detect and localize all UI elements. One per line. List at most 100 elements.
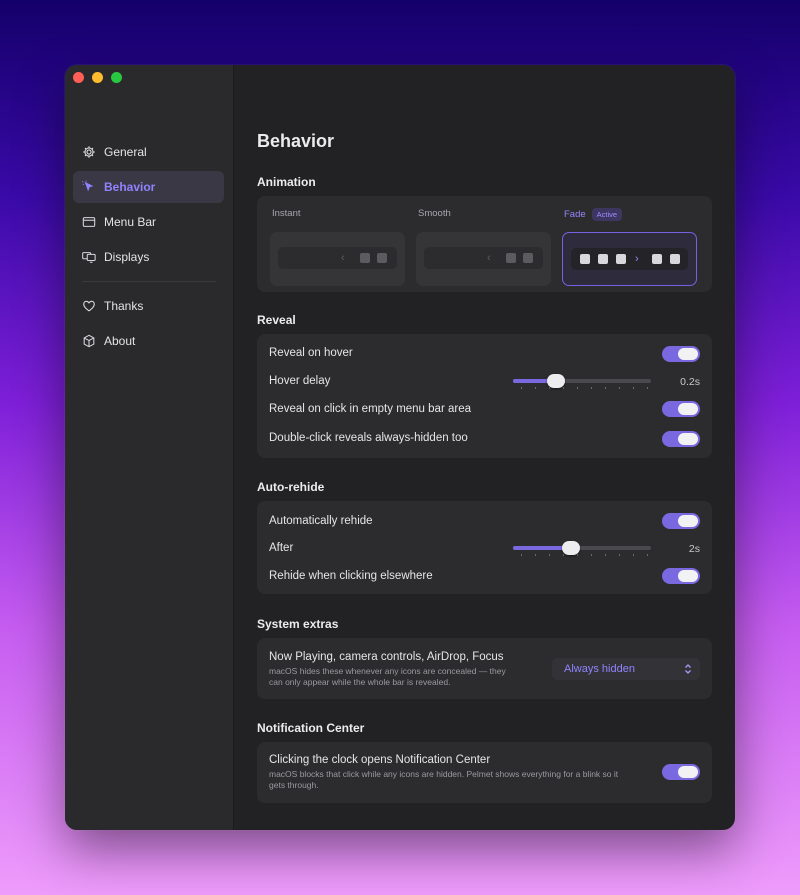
- displays-icon: [82, 250, 96, 264]
- slider-tick: [591, 387, 592, 389]
- rehide-after-value: 2s: [688, 543, 700, 555]
- notification-center-card: Clicking the clock opens Notification Ce…: [257, 742, 712, 803]
- main-content: Behavior Animation Instant ‹ Smooth ‹ Fa…: [235, 65, 735, 830]
- sidebar-item-label: Menu Bar: [104, 215, 157, 229]
- sidebar-item-displays[interactable]: Displays: [73, 241, 224, 273]
- sidebar-divider: [82, 281, 216, 282]
- menu-icon-dot: [580, 254, 590, 264]
- hover-delay-label: Hover delay: [269, 375, 331, 387]
- sidebar-item-general[interactable]: General: [73, 136, 224, 168]
- window-controls: [73, 72, 122, 83]
- animation-option-label: Smooth: [418, 208, 451, 219]
- sidebar-item-label: About: [104, 334, 136, 348]
- reveal-on-hover-label: Reveal on hover: [269, 347, 353, 359]
- slider-tick: [521, 554, 522, 556]
- animation-option-label: Instant: [272, 208, 301, 219]
- menu-icon-dot: [616, 254, 626, 264]
- cube-icon: [82, 334, 96, 348]
- slider-tick: [619, 554, 620, 556]
- slider-tick: [591, 554, 592, 556]
- system-extras-select[interactable]: Always hidden: [552, 658, 700, 680]
- slider-tick: [577, 554, 578, 556]
- slider-tick: [549, 554, 550, 556]
- sidebar-item-label: Thanks: [104, 299, 144, 313]
- sidebar-item-label: General: [104, 145, 147, 159]
- close-button[interactable]: [73, 72, 84, 83]
- slider-thumb[interactable]: [562, 541, 580, 555]
- system-extras-description: macOS hides these whenever any icons are…: [269, 666, 506, 687]
- notification-center-toggle[interactable]: [662, 764, 700, 780]
- chevron-left-icon: ‹: [341, 252, 345, 264]
- double-click-label: Double-click reveals always-hidden too: [269, 432, 468, 444]
- menu-icon-dot: [377, 253, 387, 263]
- sidebar-item-label: Behavior: [104, 180, 156, 194]
- settings-window: General Behavior Menu Bar Displays Thank…: [65, 65, 735, 830]
- animation-option-smooth[interactable]: Smooth ‹: [413, 204, 551, 288]
- double-click-toggle[interactable]: [662, 431, 700, 447]
- sidebar-item-label: Displays: [104, 250, 150, 264]
- slider-thumb[interactable]: [547, 374, 565, 388]
- automatically-rehide-label: Automatically rehide: [269, 515, 373, 527]
- minimize-button[interactable]: [92, 72, 103, 83]
- notification-center-description: macOS blocks that click while any icons …: [269, 769, 619, 790]
- slider-tick: [577, 387, 578, 389]
- menu-icon-dot: [598, 254, 608, 264]
- rehide-click-label: Rehide when clicking elsewhere: [269, 570, 433, 582]
- menubar-icon: [82, 215, 96, 229]
- slider-tick: [563, 387, 564, 389]
- active-badge: Active: [591, 208, 623, 221]
- animation-preview: ›: [562, 232, 697, 286]
- sidebar: General Behavior Menu Bar Displays Thank…: [65, 65, 234, 830]
- menu-icon-dot: [652, 254, 662, 264]
- reveal-card: Reveal on hover Hover delay 0.2s Reveal …: [257, 334, 712, 458]
- reveal-on-click-label: Reveal on click in empty menu bar area: [269, 403, 471, 415]
- hover-delay-slider[interactable]: [513, 374, 651, 389]
- cursor-icon: [82, 180, 96, 194]
- zoom-button[interactable]: [111, 72, 122, 83]
- hover-delay-value: 0.2s: [680, 376, 700, 388]
- menu-icon-dot: [523, 253, 533, 263]
- chevron-right-icon: ›: [635, 253, 639, 265]
- animation-option-fade[interactable]: Fade Active ›: [559, 204, 697, 288]
- rehide-after-slider[interactable]: [513, 541, 651, 556]
- sidebar-item-menu-bar[interactable]: Menu Bar: [73, 206, 224, 238]
- heart-icon: [82, 299, 96, 313]
- section-title-auto-rehide: Auto-rehide: [257, 480, 325, 494]
- notification-center-label: Clicking the clock opens Notification Ce…: [269, 754, 491, 766]
- animation-card: Instant ‹ Smooth ‹ Fade Active ›: [257, 196, 712, 292]
- select-value: Always hidden: [564, 663, 635, 675]
- animation-option-instant[interactable]: Instant ‹: [267, 204, 405, 288]
- slider-tick: [633, 554, 634, 556]
- section-title-system-extras: System extras: [257, 617, 339, 631]
- system-extras-label: Now Playing, camera controls, AirDrop, F…: [269, 651, 504, 663]
- sidebar-item-about[interactable]: About: [73, 325, 224, 357]
- slider-tick: [647, 554, 648, 556]
- slider-tick: [605, 554, 606, 556]
- rehide-click-toggle[interactable]: [662, 568, 700, 584]
- gear-icon: [82, 145, 96, 159]
- menu-icon-dot: [360, 253, 370, 263]
- slider-tick: [633, 387, 634, 389]
- system-extras-card: Now Playing, camera controls, AirDrop, F…: [257, 638, 712, 699]
- reveal-on-click-toggle[interactable]: [662, 401, 700, 417]
- page-title: Behavior: [257, 131, 335, 151]
- slider-tick: [647, 387, 648, 389]
- animation-option-label: Fade: [564, 209, 586, 220]
- sidebar-item-behavior[interactable]: Behavior: [73, 171, 224, 203]
- slider-tick: [535, 387, 536, 389]
- slider-tick: [549, 387, 550, 389]
- sidebar-item-thanks[interactable]: Thanks: [73, 290, 224, 322]
- animation-preview: ‹: [270, 232, 405, 286]
- section-title-animation: Animation: [257, 175, 316, 189]
- slider-tick: [535, 554, 536, 556]
- after-label: After: [269, 542, 294, 554]
- automatically-rehide-toggle[interactable]: [662, 513, 700, 529]
- slider-tick: [605, 387, 606, 389]
- reveal-on-hover-toggle[interactable]: [662, 346, 700, 362]
- menu-icon-dot: [506, 253, 516, 263]
- auto-rehide-card: Automatically rehide After 2s Rehide whe…: [257, 501, 712, 594]
- slider-tick: [521, 387, 522, 389]
- animation-preview: ‹: [416, 232, 551, 286]
- section-title-notification-center: Notification Center: [257, 721, 365, 735]
- menu-icon-dot: [670, 254, 680, 264]
